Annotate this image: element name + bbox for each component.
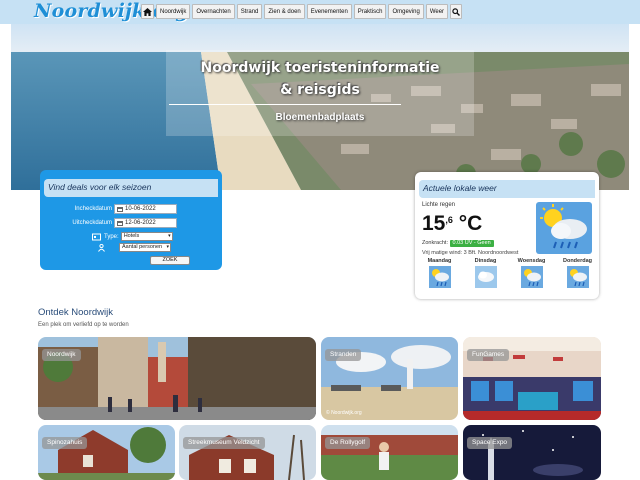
tile-stranden[interactable]: Stranden © Noordwijk.org bbox=[321, 337, 458, 420]
hero-title-line1: Noordwijk toeristeninformatie bbox=[200, 60, 440, 76]
uv-row: Zonkracht: 0.03 UV - Geen bbox=[422, 240, 494, 247]
tile-label: De Rollygolf bbox=[325, 437, 371, 449]
forecast-day: Maandag bbox=[418, 258, 461, 288]
deals-title: Vind deals voor elk seizoen bbox=[48, 182, 152, 192]
tile-streekmuseum[interactable]: Streekmuseum Veldzicht bbox=[179, 425, 316, 480]
nav-item-evenementen[interactable]: Evenementen bbox=[306, 4, 352, 19]
weather-temperature: 15,6 °C bbox=[422, 212, 482, 236]
forecast-day-name: Dinsdag bbox=[474, 258, 497, 264]
rain-cloud-icon bbox=[566, 266, 589, 288]
checkout-value: 12-06-2022 bbox=[125, 220, 156, 226]
photo-credit: © Noordwijk.org bbox=[326, 410, 362, 416]
tile-noordwijk[interactable]: Noordwijk bbox=[38, 337, 316, 420]
nav-item-weer[interactable]: Weer bbox=[425, 4, 449, 19]
search-button[interactable]: ZOEK bbox=[150, 256, 190, 265]
tile-space-expo[interactable]: Space Expo bbox=[463, 425, 601, 480]
checkin-row: Incheckdatum 10-06-2022 bbox=[40, 204, 177, 214]
checkout-field[interactable]: 12-06-2022 bbox=[114, 218, 177, 228]
top-bar: Noordwijk.org Noordwijk Overnachten Stra… bbox=[0, 0, 640, 24]
forecast-day-name: Donderdag bbox=[562, 258, 593, 264]
forecast-day: Dinsdag bbox=[464, 258, 507, 288]
hero-title-line2: & reisgids bbox=[280, 82, 360, 98]
calendar-icon bbox=[117, 206, 123, 212]
nav-item-strand[interactable]: Strand bbox=[236, 4, 263, 19]
calendar-icon bbox=[117, 220, 123, 226]
tile-label: FunGames bbox=[467, 349, 510, 361]
main-nav: Noordwijk Overnachten Strand Zien & doen… bbox=[141, 4, 463, 19]
forecast-day: Woensdag bbox=[510, 258, 553, 288]
persons-select[interactable]: Aantal personen bbox=[119, 243, 171, 252]
deals-panel: Vind deals voor elk seizoen Incheckdatum… bbox=[40, 170, 222, 270]
checkin-field[interactable]: 10-06-2022 bbox=[114, 204, 177, 214]
tile-label: Streekmuseum Veldzicht bbox=[183, 437, 265, 449]
tile-photo bbox=[179, 425, 316, 480]
tile-label: Space Expo bbox=[467, 437, 513, 449]
sun-rain-cloud-icon bbox=[536, 202, 592, 254]
deals-header: Vind deals voor elk seizoen bbox=[44, 179, 218, 197]
weather-header: Actuele lokale weer bbox=[419, 180, 595, 198]
tile-photo bbox=[38, 425, 175, 480]
checkin-value: 10-06-2022 bbox=[125, 206, 156, 212]
type-select[interactable]: Hotels bbox=[120, 232, 173, 241]
person-icon bbox=[98, 243, 105, 252]
bed-icon bbox=[92, 233, 101, 240]
checkout-label: Uitcheckdatum bbox=[72, 220, 112, 226]
rain-cloud-icon bbox=[520, 266, 543, 288]
tile-rollygolf[interactable]: De Rollygolf bbox=[321, 425, 458, 480]
tile-photo bbox=[321, 425, 458, 480]
nav-item-overnachten[interactable]: Overnachten bbox=[192, 4, 235, 19]
persons-row: Aantal personen bbox=[98, 243, 171, 252]
uv-badge: 0.03 UV - Geen bbox=[449, 240, 494, 247]
nav-item-omgeving[interactable]: Omgeving bbox=[388, 4, 424, 19]
tile-label: Stranden bbox=[325, 349, 362, 361]
weather-title: Actuele lokale weer bbox=[423, 183, 497, 193]
type-label: Type: bbox=[104, 233, 119, 240]
rain-cloud-icon bbox=[428, 266, 451, 288]
hero-divider bbox=[169, 104, 401, 105]
hero-title: Noordwijk toeristeninformatie & reisgids bbox=[166, 57, 474, 101]
temp-integer: 15 bbox=[422, 212, 446, 235]
type-row: Type: Hotels bbox=[92, 232, 173, 241]
section-subtitle: Een plek om verliefd op te worden bbox=[38, 322, 129, 328]
temp-decimal: ,6 bbox=[445, 215, 453, 225]
forecast-day-name: Woensdag bbox=[517, 258, 546, 264]
temp-unit: °C bbox=[452, 212, 483, 235]
forecast-day: Donderdag bbox=[556, 258, 599, 288]
hero-subtitle: Bloemenbadplaats bbox=[275, 112, 365, 123]
checkout-row: Uitcheckdatum 12-06-2022 bbox=[40, 218, 177, 228]
tile-label: Spinozahuis bbox=[42, 437, 88, 449]
tile-fungames[interactable]: FunGames bbox=[463, 337, 601, 420]
checkin-label: Incheckdatum bbox=[74, 206, 112, 212]
wind-text: Vrij matige wind: 3 Bft. Noordnoordwest bbox=[422, 250, 519, 256]
weather-panel: Actuele lokale weer Lichte regen 15,6 °C… bbox=[415, 172, 599, 299]
home-icon[interactable] bbox=[141, 4, 154, 19]
tile-spinozahuis[interactable]: Spinozahuis bbox=[38, 425, 175, 480]
forecast-day-name: Maandag bbox=[427, 258, 452, 264]
tile-label: Noordwijk bbox=[42, 349, 81, 361]
section-title: Ontdek Noordwijk bbox=[38, 307, 113, 318]
forecast-row: Maandag Dinsdag Woensdag Donderdag bbox=[415, 258, 599, 288]
uv-label: Zonkracht: bbox=[422, 240, 448, 246]
tile-photo bbox=[463, 425, 601, 480]
weather-condition: Lichte regen bbox=[422, 202, 456, 208]
hero-banner: Noordwijk toeristeninformatie & reisgids… bbox=[11, 24, 629, 190]
nav-item-noordwijk[interactable]: Noordwijk bbox=[156, 4, 191, 19]
cloud-icon bbox=[474, 266, 497, 288]
search-icon[interactable] bbox=[450, 4, 463, 19]
nav-item-zien-doen[interactable]: Zien & doen bbox=[264, 4, 305, 19]
nav-item-praktisch[interactable]: Praktisch bbox=[353, 4, 387, 19]
